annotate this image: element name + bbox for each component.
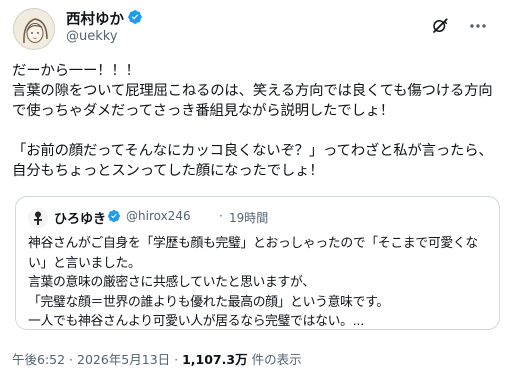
tweet-text: だーから一ー！！！ 言葉の隙をついて屁理屈こねるのは、笑える方向では良くても傷つ…	[12, 63, 493, 179]
quoted-tweet-card[interactable]: ひろゆき @hirox246 · 19時間 神谷さんがご自身を「学歴も顔も完璧」…	[15, 196, 500, 330]
quote-author-name: ひろゆき	[54, 212, 107, 227]
tweet-timestamp[interactable]: 午後6:52 · 2026年5月13日 ·	[12, 352, 182, 367]
quote-author-avatar	[28, 208, 48, 228]
quote-text: 神谷さんがご自身を「学歴も顔も完璧」とおっしゃったので「そこまで可愛くない」と言…	[28, 236, 478, 329]
view-count-label: 件の表示	[247, 352, 302, 367]
quote-verified-badge-icon	[108, 210, 120, 223]
author-handle[interactable]: @uekky	[66, 29, 118, 44]
verified-badge-icon	[128, 10, 142, 24]
quote-author-handle: @hirox246	[126, 209, 191, 223]
author-display-name[interactable]: 西村ゆか	[66, 8, 124, 29]
view-count: 1,107.3万	[182, 352, 248, 367]
quote-separator: ·	[219, 209, 223, 223]
tweet-meta: 午後6:52 · 2026年5月13日 · 1,107.3万 件の表示	[12, 349, 302, 368]
quote-timestamp: 19時間	[229, 211, 269, 225]
author-avatar[interactable]	[13, 8, 55, 50]
more-options-icon[interactable]	[469, 23, 487, 29]
grok-icon[interactable]	[431, 17, 449, 35]
